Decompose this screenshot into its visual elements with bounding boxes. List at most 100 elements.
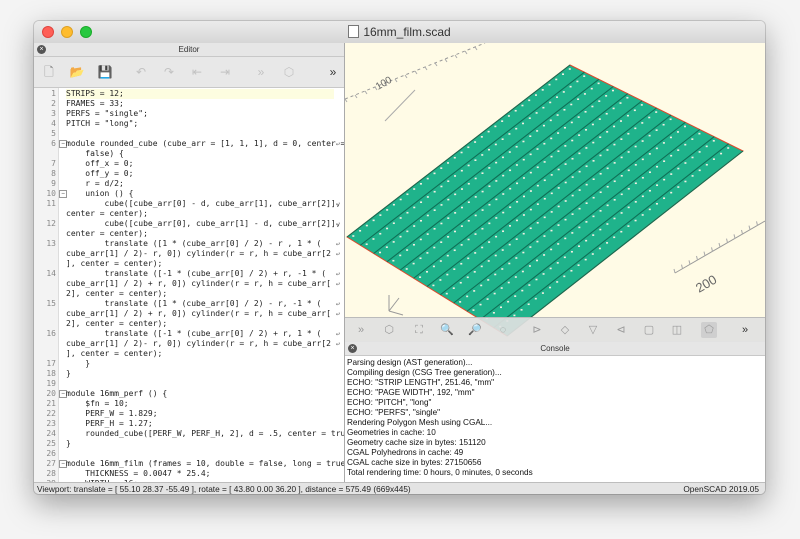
perforation [529, 171, 532, 174]
code-line: cube([cube_arr[0] - d, cube_arr[1], cube… [66, 199, 341, 208]
view-left-icon[interactable]: ⊲ [613, 322, 629, 338]
perforation [570, 250, 573, 253]
render-icon[interactable]: ⬡ [381, 322, 397, 338]
perforation [562, 73, 565, 76]
3d-viewport[interactable]: 100 200 [345, 43, 765, 341]
perforation [555, 96, 558, 98]
perforation [548, 83, 551, 86]
code-line: center = center); [66, 209, 148, 218]
perforation [488, 241, 491, 243]
perforation [577, 116, 580, 118]
perforation [502, 174, 505, 177]
perforation [488, 185, 491, 188]
perforation [592, 160, 595, 162]
perforation [584, 111, 587, 113]
line-number: 3 [51, 109, 56, 118]
perforation [592, 141, 595, 144]
render-icon[interactable]: ⬡ [280, 63, 298, 81]
open-file-icon[interactable]: 📂 [68, 63, 86, 81]
perforation [419, 238, 422, 241]
code-line: PERF_H = 1.27; [66, 419, 153, 428]
perforation [578, 134, 581, 136]
new-file-icon[interactable]: 🗋 [40, 63, 58, 81]
viewport-toolbar-overflow-icon[interactable]: » [737, 322, 753, 338]
line-number: 12 [46, 219, 56, 228]
close-console-icon[interactable]: × [348, 344, 357, 353]
perforation [578, 152, 581, 155]
perforation [453, 249, 456, 252]
editor-toolbar: 🗋 📂 💾 ↶ ↷ ⇤ ⇥ » ⬡ » [34, 57, 344, 88]
view-right-icon[interactable]: ⊳ [529, 322, 545, 338]
code-editor[interactable]: 1 2 3 4 5 6 7 8 9 10 11 12 13 14 15 16 17 18 19 20 21 22 23 24 2… [34, 88, 344, 482]
perforation [529, 153, 532, 156]
view-top-icon[interactable]: ◇ [557, 322, 573, 338]
film-model [346, 64, 744, 337]
perforation [481, 172, 484, 174]
perforation [379, 232, 382, 235]
perforation [514, 109, 517, 112]
perforation [460, 169, 463, 172]
perforation [502, 211, 505, 214]
view-all-icon[interactable]: ⛶ [411, 322, 427, 338]
window-title-text: 16mm_film.scad [363, 25, 451, 39]
code-line: 2], center = center); [66, 289, 168, 298]
line-number [34, 309, 56, 319]
perforation [562, 91, 565, 93]
perforation [542, 273, 545, 275]
app-version: OpenSCAD 2019.05 [683, 484, 759, 494]
redo-icon[interactable]: ↷ [160, 63, 178, 81]
perforation [590, 87, 593, 90]
indent-icon[interactable]: ⇥ [216, 63, 234, 81]
line-number: 24 [46, 429, 56, 438]
perforation [634, 219, 637, 222]
perforation [598, 100, 601, 102]
view-back-icon[interactable]: ◫ [669, 322, 685, 338]
perforation [446, 273, 449, 276]
perforation [495, 161, 498, 164]
perforation [543, 235, 546, 237]
perspective-icon[interactable]: ⬠ [701, 322, 717, 338]
perforation [557, 132, 560, 134]
code-line: center = center); [66, 229, 148, 238]
perforation [585, 147, 588, 149]
zoom-in-icon[interactable]: 🔍 [439, 322, 455, 338]
perforation [613, 162, 616, 164]
save-icon[interactable]: 💾 [96, 63, 114, 81]
perforation [578, 245, 581, 248]
line-number: 1 [51, 89, 56, 98]
perforation [534, 94, 537, 96]
line-number: 13 [46, 239, 56, 248]
view-front-icon[interactable]: ▢ [641, 322, 657, 338]
reset-view-icon[interactable]: ◌ [495, 322, 511, 338]
zoom-out-icon[interactable]: 🔎 [467, 322, 483, 338]
perforation [691, 156, 694, 159]
perforation [619, 102, 622, 104]
toolbar-overflow-icon[interactable]: » [324, 63, 342, 81]
perforation [640, 104, 643, 106]
perforation [440, 204, 443, 206]
line-number [34, 209, 56, 219]
document-icon [348, 25, 360, 38]
perforation [656, 184, 659, 186]
perforation [529, 135, 532, 138]
perforation [507, 115, 510, 117]
code-line: translate ([1 * (cube_arr[0] / 2) - r, -… [66, 299, 322, 308]
view-bottom-icon[interactable]: ▽ [585, 322, 601, 338]
perforation [684, 162, 687, 164]
perforation [570, 121, 573, 124]
preview-icon[interactable]: » [353, 322, 369, 338]
perforation [620, 230, 623, 233]
perforation [406, 211, 409, 214]
perforation [419, 183, 422, 185]
line-number [34, 289, 56, 299]
perforation [543, 197, 546, 200]
editor-title: Editor [178, 45, 200, 54]
perforation [474, 196, 477, 198]
perforation [669, 136, 672, 139]
perforation [413, 206, 416, 209]
unindent-icon[interactable]: ⇤ [188, 63, 206, 81]
close-editor-icon[interactable]: × [37, 45, 46, 54]
undo-icon[interactable]: ↶ [132, 63, 150, 81]
preview-icon[interactable]: » [252, 63, 270, 81]
perforation [543, 254, 546, 256]
